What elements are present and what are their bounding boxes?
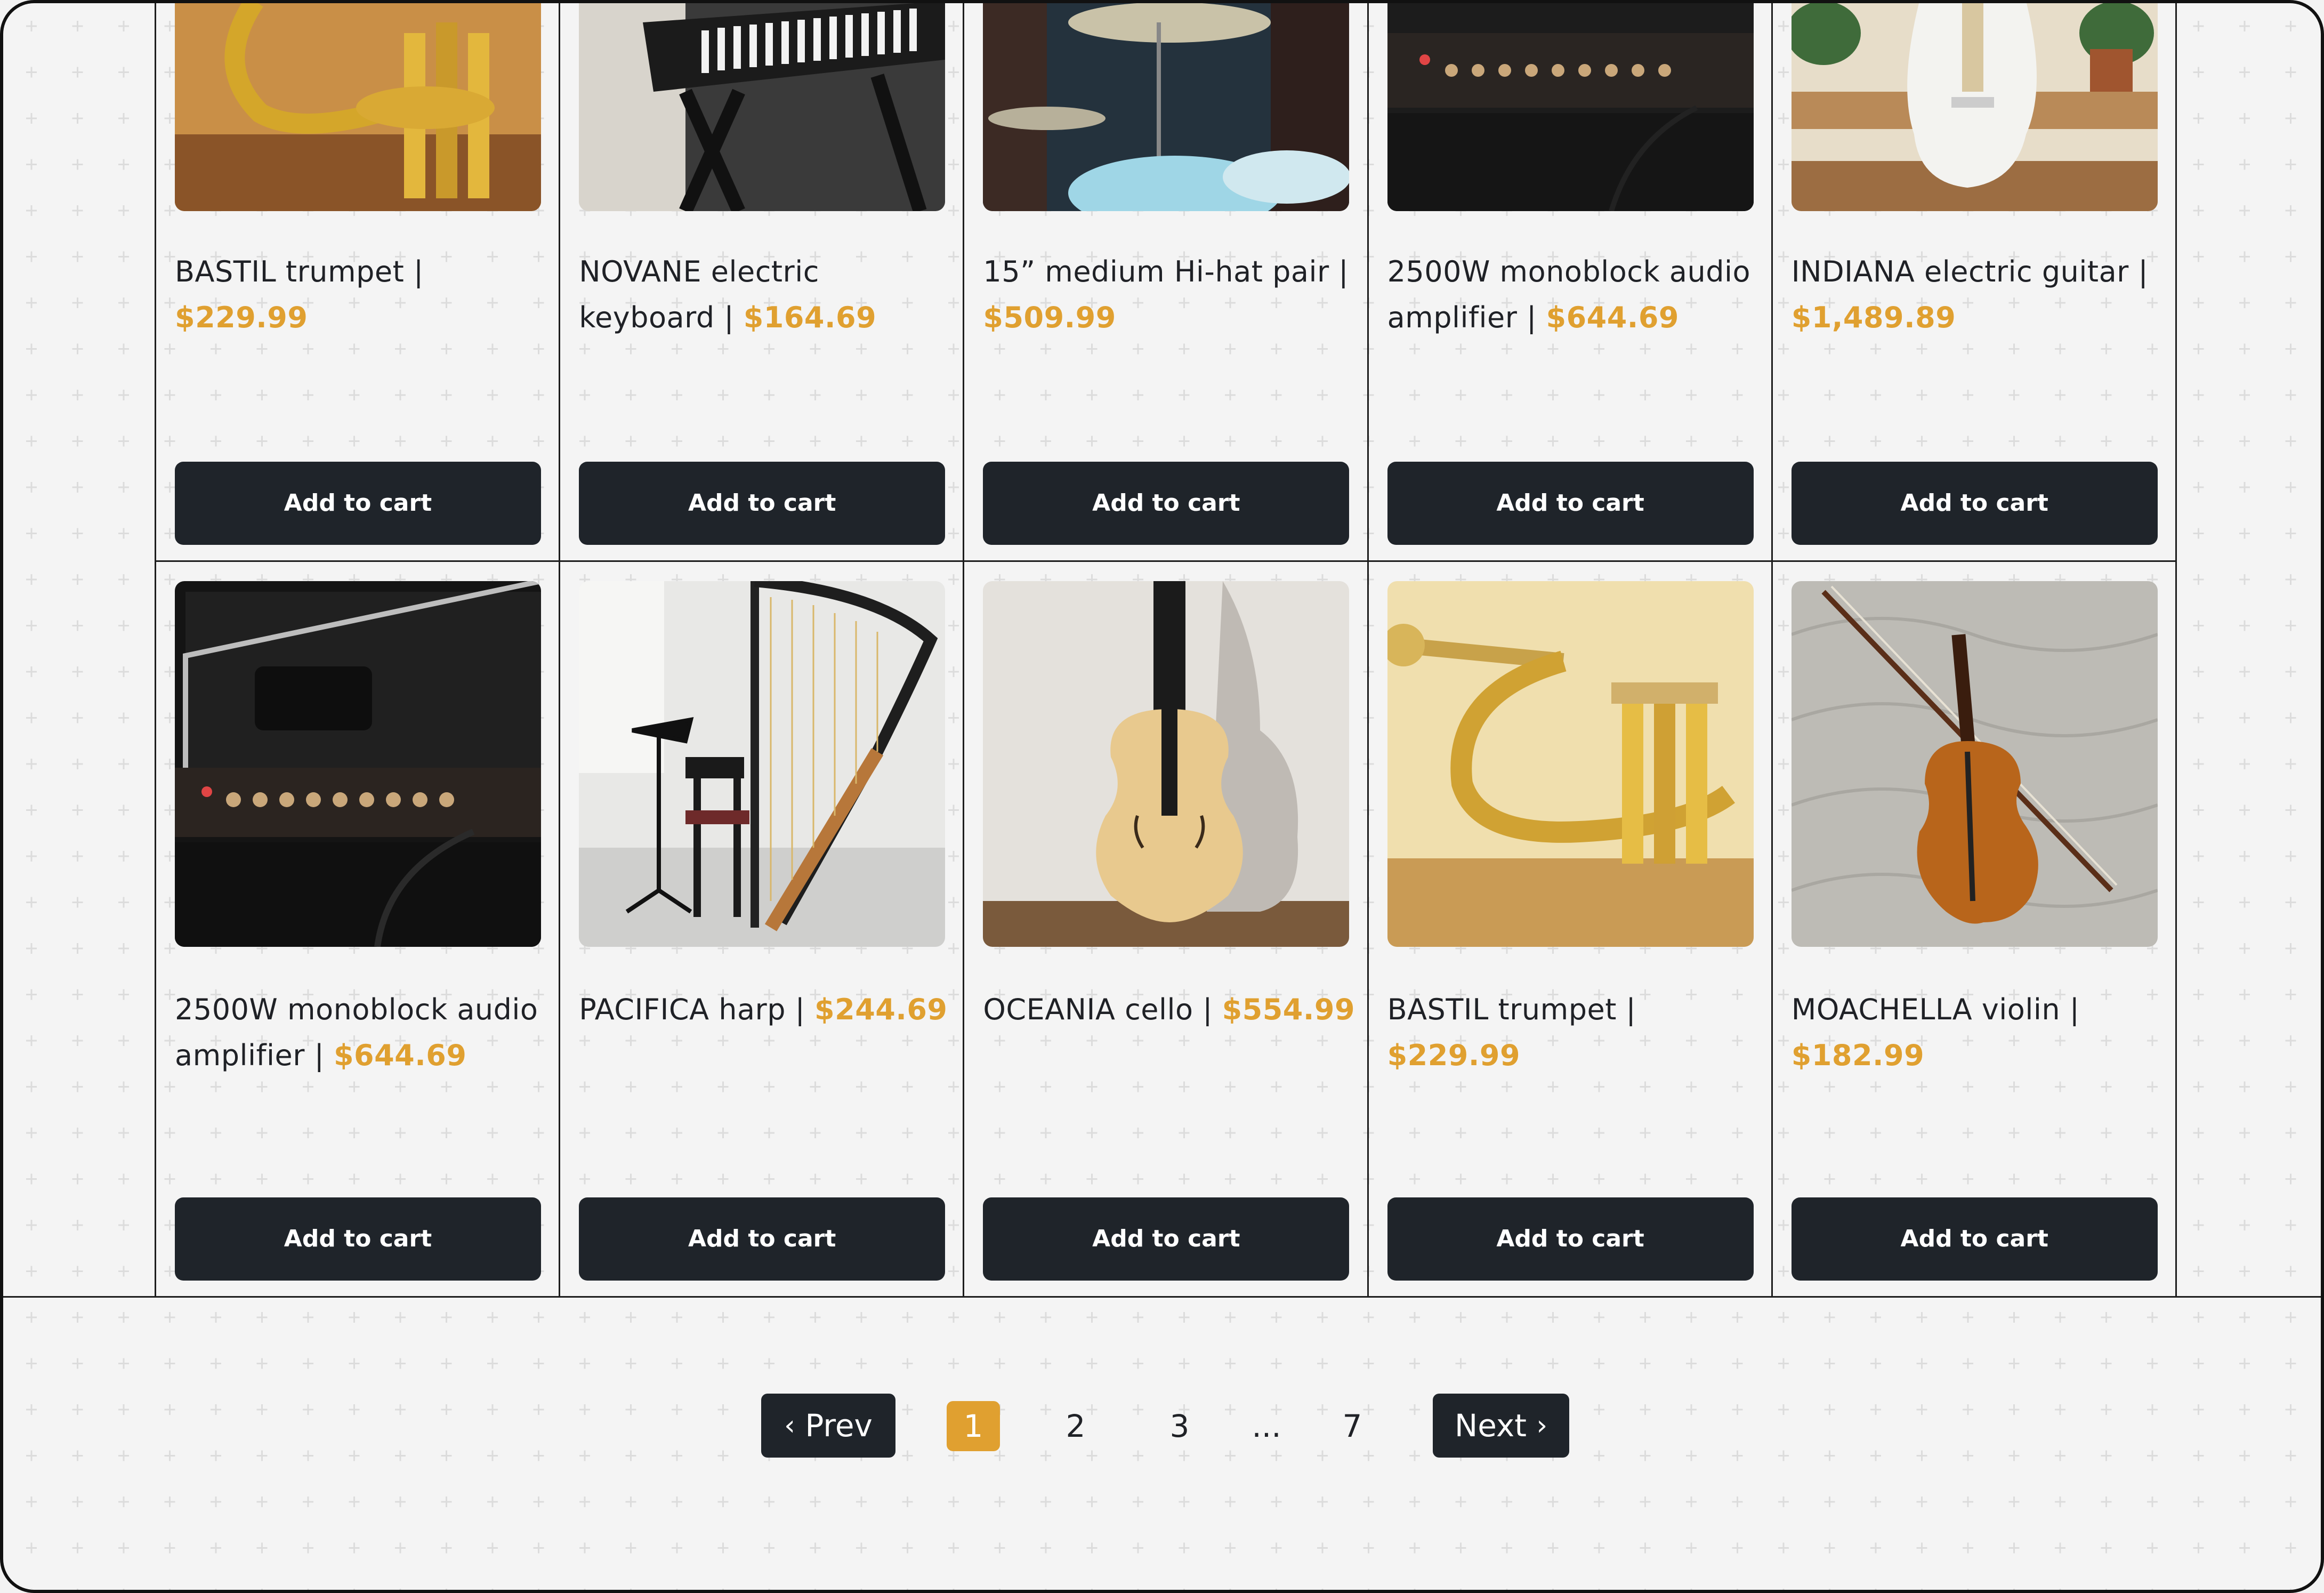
product-price: $554.99 <box>1222 993 1355 1026</box>
product-image-cello[interactable] <box>983 581 1350 947</box>
product-title: BASTIL trumpet | $229.99 <box>175 255 424 334</box>
product-card: 2500W monoblock audio amplifier | $644.6… <box>156 562 561 1298</box>
add-to-cart-button[interactable]: Add to cart <box>1791 1197 2158 1281</box>
product-image-hi-hat[interactable] <box>983 3 1350 211</box>
product-image-amplifier[interactable] <box>175 581 541 947</box>
product-price: $164.69 <box>743 301 877 334</box>
product-price: $229.99 <box>175 301 308 334</box>
product-row: 2500W monoblock audio amplifier | $644.6… <box>156 562 2177 1298</box>
prev-label: Prev <box>805 1407 873 1444</box>
page-number-1[interactable]: 1 <box>947 1401 1000 1451</box>
add-to-cart-button[interactable]: Add to cart <box>1387 1197 1754 1281</box>
prev-page-button[interactable]: ‹ Prev <box>761 1394 895 1458</box>
next-page-button[interactable]: Next › <box>1433 1394 1569 1458</box>
product-card: PACIFICA harp | $244.69 Add to cart <box>560 562 965 1298</box>
add-to-cart-button[interactable]: Add to cart <box>579 462 946 545</box>
chevron-left-icon: ‹ <box>784 1410 795 1442</box>
product-image-keyboard[interactable] <box>579 3 946 211</box>
product-price: $229.99 <box>1387 1039 1521 1072</box>
product-price: $182.99 <box>1791 1039 1925 1072</box>
product-price: $244.69 <box>814 993 948 1026</box>
product-image-trumpet[interactable] <box>175 3 541 211</box>
product-title: 2500W monoblock audio amplifier | $644.6… <box>1387 255 1751 334</box>
product-price: $644.69 <box>1546 301 1679 334</box>
add-to-cart-button[interactable]: Add to cart <box>983 462 1350 545</box>
product-card: 2500W monoblock audio amplifier | $644.6… <box>1369 3 1773 560</box>
product-title: PACIFICA harp | $244.69 <box>579 993 948 1026</box>
add-to-cart-button[interactable]: Add to cart <box>1387 462 1754 545</box>
product-price: $509.99 <box>983 301 1116 334</box>
product-title: 2500W monoblock audio amplifier | $644.6… <box>175 993 538 1072</box>
product-image-amplifier[interactable] <box>1387 3 1754 211</box>
product-image-electric-guitar[interactable] <box>1791 3 2158 211</box>
add-to-cart-button[interactable]: Add to cart <box>579 1197 946 1281</box>
product-title: INDIANA electric guitar | $1,489.89 <box>1791 255 2149 334</box>
product-image-trumpet[interactable] <box>1387 581 1754 947</box>
product-card: INDIANA electric guitar | $1,489.89 Add … <box>1773 3 2177 560</box>
pagination: ‹ Prev 1 2 3 ... 7 Next › <box>761 1394 1571 1458</box>
page-number-3[interactable]: 3 <box>1153 1401 1206 1451</box>
product-price: $644.69 <box>333 1039 467 1072</box>
product-title: MOACHELLA violin | $182.99 <box>1791 993 2080 1072</box>
next-label: Next <box>1454 1407 1527 1444</box>
product-image-harp[interactable] <box>579 581 946 947</box>
product-card: 15” medium Hi-hat pair | $509.99 Add to … <box>964 3 1369 560</box>
product-card: NOVANE electric keyboard | $164.69 Add t… <box>560 3 965 560</box>
add-to-cart-button[interactable]: Add to cart <box>1791 462 2158 545</box>
product-row: BASTIL trumpet | $229.99 Add to cart NOV… <box>156 3 2177 562</box>
product-grid: BASTIL trumpet | $229.99 Add to cart NOV… <box>155 3 2177 1298</box>
product-title: OCEANIA cello | $554.99 <box>983 993 1355 1026</box>
product-card: BASTIL trumpet | $229.99 Add to cart <box>1369 562 1773 1298</box>
page-frame: BASTIL trumpet | $229.99 Add to cart NOV… <box>0 0 2324 1593</box>
add-to-cart-button[interactable]: Add to cart <box>175 1197 541 1281</box>
product-title: BASTIL trumpet | $229.99 <box>1387 993 1636 1072</box>
product-image-violin[interactable] <box>1791 581 2158 947</box>
product-card: BASTIL trumpet | $229.99 Add to cart <box>156 3 561 560</box>
section-divider <box>3 1296 2321 1298</box>
product-card: MOACHELLA violin | $182.99 Add to cart <box>1773 562 2177 1298</box>
product-price: $1,489.89 <box>1791 301 1956 334</box>
product-title: 15” medium Hi-hat pair | $509.99 <box>983 255 1349 334</box>
product-title: NOVANE electric keyboard | $164.69 <box>579 255 877 334</box>
page-ellipsis: ... <box>1252 1408 1281 1444</box>
page-number-2[interactable]: 2 <box>1049 1401 1102 1451</box>
add-to-cart-button[interactable]: Add to cart <box>175 462 541 545</box>
product-card: OCEANIA cello | $554.99 Add to cart <box>964 562 1369 1298</box>
page-number-7[interactable]: 7 <box>1326 1401 1379 1451</box>
chevron-right-icon: › <box>1536 1410 1548 1442</box>
add-to-cart-button[interactable]: Add to cart <box>983 1197 1350 1281</box>
